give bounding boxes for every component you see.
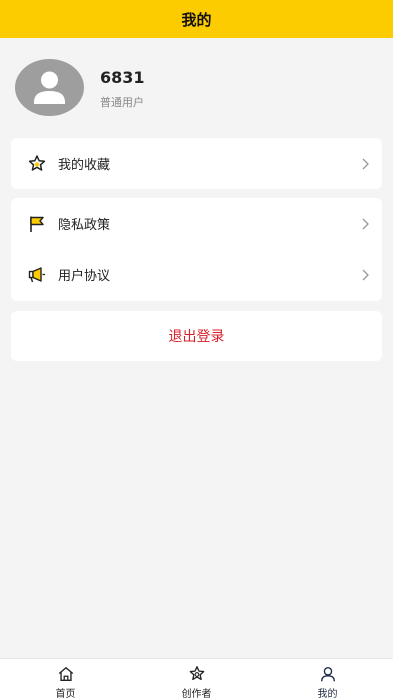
tab-label-home: 首页: [55, 689, 76, 700]
user-role: 普通用户: [100, 96, 144, 109]
tab-creators[interactable]: 创作者: [131, 659, 262, 700]
home-icon: [58, 667, 73, 681]
user-icon: [320, 667, 335, 682]
policy-card: 隐私政策 用户协议: [11, 198, 382, 301]
tab-label-creators: 创作者: [181, 689, 212, 700]
chevron-right-icon: [362, 218, 369, 229]
chevron-right-icon: [362, 269, 369, 280]
tab-mine[interactable]: 我的: [262, 659, 393, 700]
star-badge-icon: [189, 666, 204, 681]
avatar[interactable]: [15, 59, 84, 116]
user-silhouette-icon: [34, 71, 65, 104]
menu-label-favorites: 我的收藏: [58, 158, 111, 173]
logout-card: 退出登录: [11, 311, 382, 361]
page-title: 我的: [181, 10, 212, 29]
logout-label: 退出登录: [168, 329, 225, 345]
megaphone-icon: [27, 265, 47, 285]
top-header: 我的: [0, 0, 393, 38]
chevron-right-icon: [362, 158, 369, 169]
menu-label-agreement: 用户协议: [58, 269, 111, 284]
profile-section: 6831 普通用户: [0, 38, 393, 126]
flag-icon: [27, 214, 47, 234]
star-badge-icon: [27, 154, 47, 174]
menu-item-privacy[interactable]: 隐私政策: [11, 198, 382, 249]
favorites-card: 我的收藏: [11, 138, 382, 189]
menu-item-favorites[interactable]: 我的收藏: [11, 138, 382, 189]
tab-label-mine: 我的: [317, 689, 338, 700]
menu-item-agreement[interactable]: 用户协议: [11, 249, 382, 300]
username: 6831: [100, 68, 145, 87]
tab-home[interactable]: 首页: [0, 659, 131, 700]
logout-button[interactable]: 退出登录: [11, 311, 382, 361]
menu-label-privacy: 隐私政策: [58, 218, 111, 233]
bottom-tab-bar: 首页 创作者 我的: [0, 658, 393, 700]
